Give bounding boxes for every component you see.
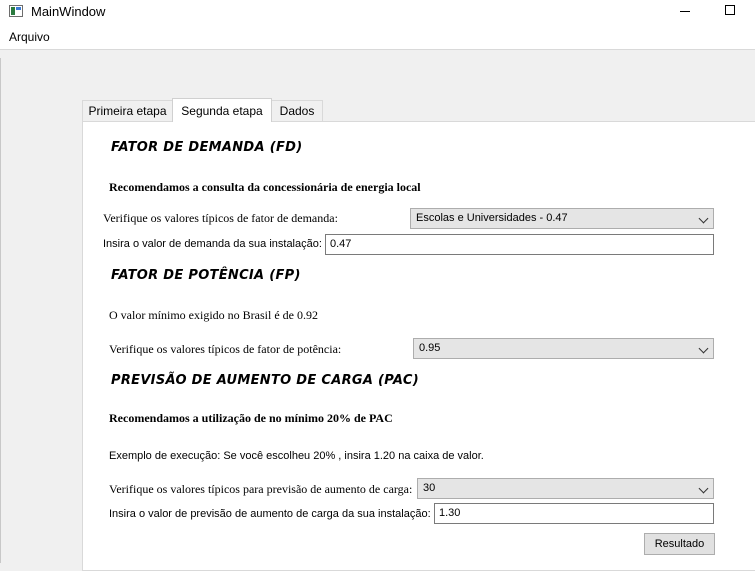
- tab-primeira-etapa[interactable]: Primeira etapa: [82, 100, 173, 121]
- fp-typical-combo[interactable]: 0.95: [413, 338, 714, 359]
- pac-recommendation: Recomendamos a utilização de no mínimo 2…: [109, 411, 393, 425]
- chevron-down-icon: [698, 483, 709, 494]
- chevron-down-icon: [698, 213, 709, 224]
- menu-bar: Arquivo: [0, 25, 755, 49]
- tab-segunda-etapa[interactable]: Segunda etapa: [172, 98, 272, 122]
- app-window-icon: [9, 5, 23, 17]
- pac-example: Exemplo de execução: Se você escolheu 20…: [109, 450, 484, 462]
- pac-typical-label: Verifique os valores típicos para previs…: [109, 482, 413, 496]
- chevron-down-icon: [698, 343, 709, 354]
- window-edge: [0, 58, 1, 563]
- fd-heading: FATOR DE DEMANDA (FD): [111, 140, 303, 155]
- fp-typical-value: 0.95: [419, 342, 441, 354]
- fp-heading: FATOR DE POTÊNCIA (FP): [111, 268, 301, 283]
- tab-dados[interactable]: Dados: [271, 100, 323, 121]
- maximize-icon[interactable]: [725, 5, 735, 15]
- fd-demand-input[interactable]: 0.47: [325, 234, 714, 255]
- menu-divider: [0, 49, 755, 50]
- title-bar: MainWindow: [0, 0, 755, 25]
- pac-typical-combo[interactable]: 30: [417, 478, 714, 499]
- fd-typical-value: Escolas e Universidades - 0.47: [416, 212, 568, 224]
- pac-input-label: Insira o valor de previsão de aumento de…: [109, 508, 431, 520]
- minimize-icon[interactable]: [680, 11, 690, 12]
- menu-item-arquivo[interactable]: Arquivo: [9, 30, 50, 44]
- fd-typical-label: Verifique os valores típicos de fator de…: [103, 211, 338, 225]
- fd-input-label: Insira o valor de demanda da sua instala…: [103, 238, 322, 250]
- pac-input[interactable]: 1.30: [434, 503, 714, 524]
- fd-recommendation: Recomendamos a consulta da concessionári…: [109, 180, 421, 194]
- pac-heading: PREVISÃO DE AUMENTO DE CARGA (PAC): [111, 373, 419, 388]
- pac-typical-value: 30: [423, 482, 436, 494]
- resultado-button[interactable]: Resultado: [644, 533, 715, 555]
- window-title: MainWindow: [31, 4, 106, 19]
- fp-typical-label: Verifique os valores típicos de fator de…: [109, 342, 342, 356]
- fd-typical-combo[interactable]: Escolas e Universidades - 0.47: [410, 208, 714, 229]
- fp-info: O valor mínimo exigido no Brasil é de 0.…: [109, 308, 318, 322]
